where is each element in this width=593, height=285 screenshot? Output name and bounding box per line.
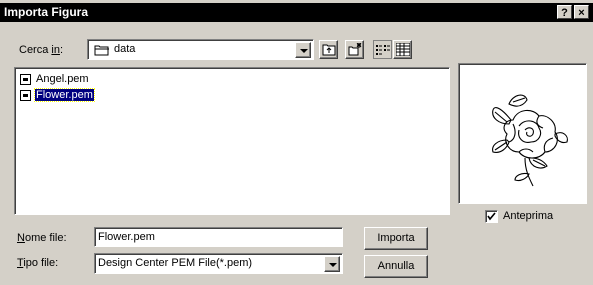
- up-one-level-button[interactable]: [319, 40, 338, 59]
- title-bar: Importa Figura ? ×: [0, 3, 593, 22]
- details-view-button[interactable]: [393, 40, 412, 59]
- file-name-input[interactable]: Flower.pem: [94, 227, 343, 247]
- help-button[interactable]: ?: [557, 5, 572, 19]
- rose-drawing: [473, 80, 573, 195]
- look-in-dropdown-button[interactable]: [295, 42, 311, 58]
- file-type-combo[interactable]: Design Center PEM File(*.pem): [94, 253, 343, 274]
- file-type-dropdown-button[interactable]: [324, 256, 340, 272]
- preview-checkbox-label: Anteprima: [503, 210, 554, 222]
- close-button[interactable]: ×: [574, 5, 589, 19]
- file-name: Angel.pem: [36, 73, 89, 85]
- file-name-label: Nome file:: [17, 232, 67, 244]
- file-type-label: Tipo file:: [17, 257, 59, 269]
- up-one-level-icon: [322, 43, 336, 59]
- look-in-label: Cerca in:: [19, 44, 64, 56]
- import-button[interactable]: Importa: [364, 227, 428, 250]
- preview-checkbox[interactable]: [485, 210, 498, 223]
- list-view-icon: [376, 44, 390, 59]
- file-icon: [20, 74, 31, 85]
- file-name: Flower.pem: [34, 88, 95, 102]
- details-view-icon: [395, 42, 411, 59]
- list-view-button[interactable]: [373, 40, 392, 59]
- file-type-value: Design Center PEM File(*.pem): [98, 257, 253, 269]
- file-name-value: Flower.pem: [98, 231, 155, 243]
- file-list[interactable]: Angel.pem Flower.pem: [14, 67, 450, 215]
- new-folder-icon: [348, 42, 362, 59]
- folder-icon: [94, 44, 110, 59]
- import-dialog: Importa Figura ? × Cerca in: data Angel.…: [0, 0, 593, 285]
- window-title: Importa Figura: [4, 5, 89, 19]
- preview-panel: [458, 63, 587, 204]
- cancel-button[interactable]: Annulla: [364, 255, 428, 278]
- look-in-value: data: [114, 43, 136, 55]
- look-in-combo[interactable]: data: [87, 39, 314, 60]
- file-icon: [20, 90, 31, 101]
- new-folder-button[interactable]: [345, 40, 364, 59]
